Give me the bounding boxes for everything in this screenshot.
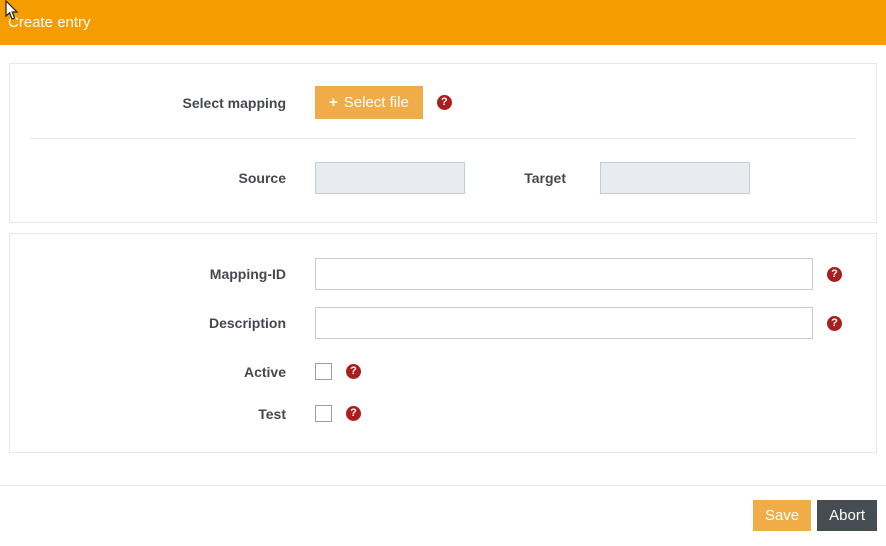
description-input[interactable] <box>315 307 813 339</box>
target-input <box>600 162 750 194</box>
mapping-id-label: Mapping-ID <box>30 266 286 282</box>
panel-divider <box>30 138 856 139</box>
source-target-row: Source Target <box>30 162 856 194</box>
mapping-id-input[interactable] <box>315 258 813 290</box>
abort-button[interactable]: Abort <box>817 500 877 531</box>
mapping-id-row: Mapping-ID ? <box>30 258 856 290</box>
active-row: Active ? <box>30 363 856 380</box>
mapping-id-help-icon[interactable]: ? <box>827 267 842 282</box>
target-label: Target <box>465 170 566 186</box>
page-title: Create entry <box>8 14 91 31</box>
active-checkbox[interactable] <box>315 363 332 380</box>
select-file-button-label: Select file <box>344 94 409 111</box>
active-label: Active <box>30 364 286 380</box>
footer-actions: Save Abort <box>0 500 877 531</box>
save-button[interactable]: Save <box>753 500 811 531</box>
select-mapping-help-icon[interactable]: ? <box>437 95 452 110</box>
test-help-icon[interactable]: ? <box>346 406 361 421</box>
select-mapping-label: Select mapping <box>30 95 286 111</box>
test-row: Test ? <box>30 405 856 422</box>
mapping-file-panel: Select mapping + Select file ? Source Ta… <box>9 63 877 223</box>
plus-icon: + <box>329 94 338 111</box>
footer-divider <box>0 485 886 486</box>
test-checkbox[interactable] <box>315 405 332 422</box>
page-header: Create entry <box>0 0 886 45</box>
select-mapping-row: Select mapping + Select file ? <box>30 86 856 119</box>
source-label: Source <box>30 170 286 186</box>
entry-details-panel: Mapping-ID ? Description ? Active ? Test… <box>9 233 877 453</box>
source-input <box>315 162 465 194</box>
test-label: Test <box>30 406 286 422</box>
description-row: Description ? <box>30 307 856 339</box>
description-label: Description <box>30 315 286 331</box>
description-help-icon[interactable]: ? <box>827 316 842 331</box>
active-help-icon[interactable]: ? <box>346 364 361 379</box>
select-file-button[interactable]: + Select file <box>315 86 423 119</box>
